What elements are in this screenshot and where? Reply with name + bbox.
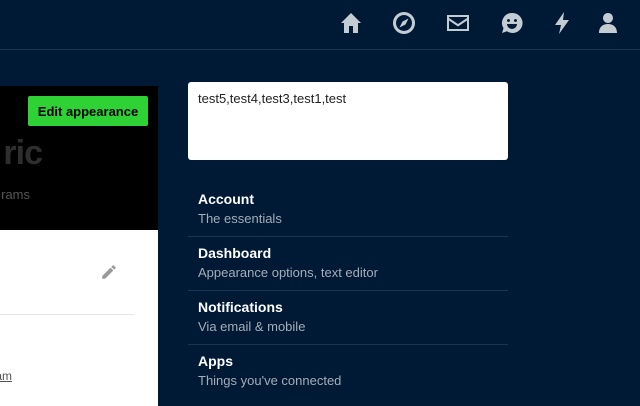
- mail-icon[interactable]: [446, 11, 470, 35]
- menu-item-title: Notifications: [198, 299, 283, 315]
- card-divider: [0, 314, 134, 315]
- menu-item-title: Account: [198, 191, 254, 207]
- settings-menu: Account The essentials Dashboard Appeara…: [188, 183, 508, 399]
- account-icon[interactable]: [596, 11, 620, 35]
- menu-item-description: Via email & mobile: [198, 319, 306, 334]
- menu-item-title: Apps: [198, 353, 233, 369]
- menu-item-description: The essentials: [198, 211, 282, 226]
- blog-header: Edit appearance ric rams: [0, 86, 158, 230]
- menu-item-notifications[interactable]: Notifications Via email & mobile: [188, 291, 508, 345]
- edit-appearance-button[interactable]: Edit appearance: [28, 96, 148, 126]
- menu-item-description: Appearance options, text editor: [198, 265, 378, 280]
- menu-item-title: Dashboard: [198, 245, 272, 261]
- home-icon[interactable]: [339, 11, 363, 35]
- pencil-icon[interactable]: [100, 263, 118, 281]
- menu-item-account[interactable]: Account The essentials: [188, 183, 508, 237]
- menu-item-dashboard[interactable]: Dashboard Appearance options, text edito…: [188, 237, 508, 291]
- menu-item-apps[interactable]: Apps Things you've connected: [188, 345, 508, 399]
- activity-icon[interactable]: [550, 11, 574, 35]
- blog-subtitle: rams: [1, 187, 30, 202]
- top-navigation-bar: [0, 0, 640, 50]
- blog-link[interactable]: am: [0, 369, 12, 383]
- tags-input[interactable]: test5,test4,test3,test1,test: [188, 82, 508, 160]
- chat-icon[interactable]: [500, 11, 524, 35]
- blog-card: Edit appearance ric rams am: [0, 86, 158, 406]
- menu-item-description: Things you've connected: [198, 373, 342, 388]
- blog-title: ric: [3, 134, 42, 172]
- explore-icon[interactable]: [392, 11, 416, 35]
